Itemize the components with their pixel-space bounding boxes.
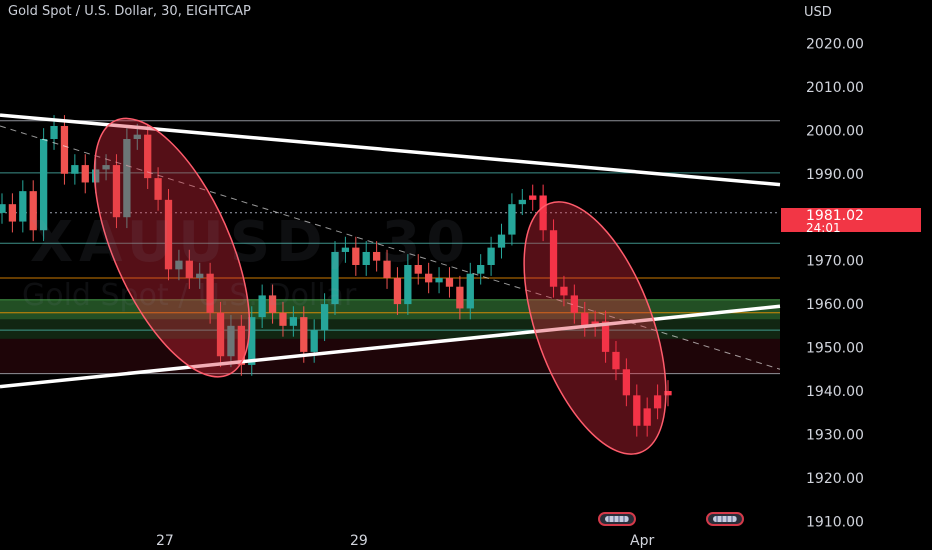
candle-body	[445, 278, 454, 287]
price-tick-label: 1940.00	[806, 384, 864, 400]
symbol-watermark: XAUUSD, 30	[30, 210, 472, 275]
candle-body	[289, 317, 298, 326]
candle-body	[435, 278, 443, 283]
candle-body	[8, 204, 17, 222]
candle-body	[0, 204, 6, 213]
time-tick-label: 27	[156, 533, 174, 549]
chart-title: Gold Spot / U.S. Dollar, 30, EIGHTCAP	[8, 4, 251, 19]
price-tick-label: 1920.00	[806, 471, 864, 487]
price-tick-label: 1970.00	[806, 254, 864, 270]
candle-body	[477, 265, 485, 274]
price-tick-label: 2000.00	[806, 123, 864, 139]
candle-body	[81, 165, 89, 183]
price-zone-1	[0, 319, 780, 339]
candle-body	[518, 199, 526, 205]
candle-body	[456, 286, 464, 309]
price-tick-label: 2010.00	[806, 80, 864, 96]
candle-body	[497, 234, 506, 248]
time-tick-label: 29	[350, 533, 368, 549]
candle-body	[508, 204, 516, 235]
us-flag-event-icon[interactable]	[598, 512, 636, 526]
price-tick-label: 1950.00	[806, 341, 864, 357]
candle-body	[300, 317, 308, 352]
candle-body	[393, 278, 402, 305]
price-tick-label: 2020.00	[806, 36, 864, 52]
candle-body	[310, 330, 318, 352]
us-flag-event-icon[interactable]	[706, 512, 744, 526]
last-price-badge: 1981.02 24:01	[781, 208, 921, 235]
candle-body	[19, 191, 27, 222]
time-tick-label: Apr	[630, 533, 654, 549]
candle-body	[60, 125, 69, 174]
price-chart[interactable]: USD2020.002010.002000.001990.001980.0019…	[0, 0, 932, 550]
candle-body	[487, 247, 495, 265]
candle-body	[529, 195, 537, 200]
price-tick-label: 1960.00	[806, 297, 864, 313]
candle-body	[279, 312, 287, 326]
candle-body	[466, 273, 474, 309]
name-watermark: Gold Spot / U.S. Dollar	[22, 278, 357, 313]
bar-countdown: 24:01	[806, 221, 841, 235]
price-tick-label: 1910.00	[806, 514, 864, 530]
axis-unit: USD	[804, 5, 832, 20]
candle-body	[50, 125, 58, 140]
price-tick-label: 1990.00	[806, 167, 864, 183]
candle-body	[71, 165, 79, 174]
price-tick-label: 1930.00	[806, 427, 864, 443]
